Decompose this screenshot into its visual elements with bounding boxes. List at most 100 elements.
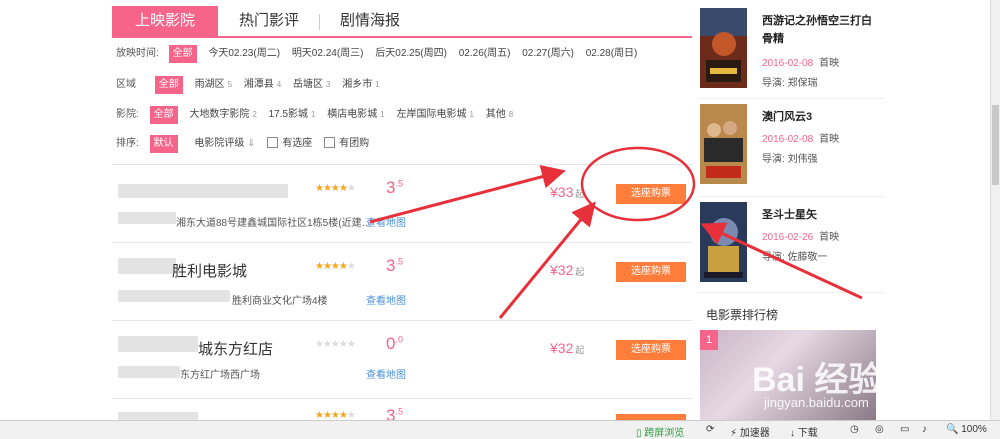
has-seat-filter[interactable]: 有选座 <box>267 135 312 153</box>
tab-separator <box>319 14 320 30</box>
time-filter-label: 放映时间: <box>116 48 159 59</box>
rating-score: 3.5 <box>386 178 403 197</box>
rating-score: 3.5 <box>386 256 403 275</box>
movie-card[interactable]: 西游记之孙悟空三打白骨精 2016-02-08 首映 导演: 郑保瑞 <box>700 8 880 100</box>
rating-stars: ★★★★★ <box>315 339 356 350</box>
area-option-all[interactable]: 全部 <box>154 76 183 94</box>
has-seat-checkbox[interactable] <box>267 137 279 148</box>
cinema-option-all[interactable]: 全部 <box>149 106 178 124</box>
window-icon[interactable]: ▭ <box>900 424 909 435</box>
list-divider <box>112 164 692 165</box>
sidebar-divider <box>698 98 884 99</box>
row-divider <box>112 320 692 321</box>
movie-director: 导演: 郑保瑞 <box>762 78 818 89</box>
sort-label: 排序: <box>116 138 139 149</box>
view-map-link[interactable]: 查看地图 <box>366 366 406 381</box>
movie-title[interactable]: 澳门风云3 <box>762 108 880 126</box>
cinema-name[interactable]: 胜利电影城 <box>172 260 247 281</box>
has-group-filter[interactable]: 有团购 <box>324 135 369 153</box>
page-scrollbar[interactable] <box>990 0 1000 420</box>
movie-card[interactable]: 圣斗士星矢 2016-02-26 首映 导演: 佐藤敬一 <box>700 202 880 294</box>
ranking-title: 电影票排行榜 <box>706 308 779 322</box>
area-filter: 区域 全部 雨湖区 5 湘潭县 4 岳塘区 3 湘乡市 1 <box>116 76 389 94</box>
movie-title[interactable]: 西游记之孙悟空三打白骨精 <box>762 12 880 48</box>
blurred-cinema-name <box>118 184 288 198</box>
sidebar-divider <box>698 292 884 293</box>
has-group-checkbox[interactable] <box>324 137 336 148</box>
movie-poster[interactable] <box>700 104 747 184</box>
area-option[interactable]: 湘潭县 4 <box>244 76 281 94</box>
tab-hot-reviews[interactable]: 热门影评 <box>224 6 314 36</box>
cinema-address: 胜利商业文化广场4楼 <box>232 296 328 307</box>
cinema-option[interactable]: 17.5影城 1 <box>269 106 316 124</box>
buy-ticket-button[interactable]: 选座购票 <box>616 184 686 204</box>
cinema-row: 胜利电影城 ★★★★★ 3.5 胜利商业文化广场4楼 查看地图 ¥32 起 选座购… <box>110 244 692 322</box>
cinema-name[interactable]: 城东方红店 <box>198 338 273 359</box>
history-icon[interactable]: ◷ <box>850 424 859 435</box>
scrollbar-thumb[interactable] <box>992 105 999 185</box>
blurred-address <box>118 290 230 302</box>
download-button[interactable]: ↓ 下载 <box>790 424 818 439</box>
rank-badge: 1 <box>700 330 718 350</box>
cross-screen-button[interactable]: ▯ 跨屏浏览 <box>636 424 684 439</box>
row-divider <box>112 398 692 399</box>
movie-card[interactable]: 澳门风云3 2016-02-08 首映 导演: 刘伟强 <box>700 104 880 196</box>
time-option[interactable]: 02.27(周六) <box>522 45 574 63</box>
movie-release: 2016-02-08 首映 <box>762 134 840 145</box>
baidu-watermark-url: jingyan.baidu.com <box>764 395 869 410</box>
cinema-row: ★★★★★ 3.5 <box>110 400 692 420</box>
time-option[interactable]: 后天02.25(周四) <box>375 45 447 63</box>
globe-icon[interactable]: ◎ <box>875 424 884 435</box>
movie-release: 2016-02-08 首映 <box>762 58 840 69</box>
sort-bar: 排序: 默认 电影院评级 ⇓ 有选座 有团购 <box>116 135 378 153</box>
tab-showing-cinemas[interactable]: 上映影院 <box>112 6 218 36</box>
blurred-address <box>118 212 176 224</box>
sort-down-icon: ⇓ <box>247 138 256 149</box>
rating-score: 0.0 <box>386 334 403 353</box>
movie-director: 导演: 佐藤敬一 <box>762 252 828 263</box>
movie-title[interactable]: 圣斗士星矢 <box>762 206 880 224</box>
cinema-address: 东方红广场西广场 <box>180 370 260 381</box>
sound-icon[interactable]: ♪ <box>922 424 927 435</box>
time-option[interactable]: 02.28(周日) <box>586 45 638 63</box>
rating-stars: ★★★★★ <box>315 410 356 420</box>
movie-poster[interactable] <box>700 202 747 282</box>
area-option[interactable]: 岳塘区 3 <box>293 76 330 94</box>
movie-poster[interactable] <box>700 8 747 88</box>
sort-rating[interactable]: 电影院评级 ⇓ <box>194 135 255 153</box>
area-option[interactable]: 雨湖区 5 <box>195 76 232 94</box>
buy-ticket-button[interactable]: 选座购票 <box>616 262 686 282</box>
cinema-filter: 影院: 全部 大地数字影院 2 17.5影城 1 横店电影城 1 左岸国际电影城 1 其… <box>116 106 522 124</box>
time-option[interactable]: 02.26(周五) <box>459 45 511 63</box>
area-option[interactable]: 湘乡市 1 <box>342 76 379 94</box>
cinema-price: ¥32 起 <box>550 340 585 356</box>
cinema-option[interactable]: 其他 8 <box>486 106 513 124</box>
cinema-price: ¥33 起 <box>550 184 585 200</box>
zoom-level[interactable]: 🔍 100% <box>946 424 987 435</box>
buy-ticket-button[interactable]: 选座购票 <box>616 340 686 360</box>
cinema-address: 湘东大道88号建鑫城国际社区1栋5楼(近建… <box>176 218 372 229</box>
blurred-cinema-name <box>118 258 176 274</box>
view-map-link[interactable]: 查看地图 <box>366 214 406 229</box>
blurred-cinema-name <box>118 412 198 420</box>
cinema-option[interactable]: 横店电影城 1 <box>327 106 384 124</box>
time-option-all[interactable]: 全部 <box>168 45 197 63</box>
time-option[interactable]: 明天02.24(周三) <box>292 45 364 63</box>
time-filter: 放映时间: 全部 今天02.23(周二) 明天02.24(周三) 后天02.25… <box>116 45 646 63</box>
cinema-row: 城东方红店 ★★★★★ 0.0 东方红广场西广场 查看地图 ¥32 起 选座购票 <box>110 322 692 400</box>
baidu-watermark-logo: Bai 经验 <box>752 361 883 399</box>
view-map-link[interactable]: 查看地图 <box>366 292 406 307</box>
cinema-option[interactable]: 左岸国际电影城 1 <box>397 106 474 124</box>
time-option[interactable]: 今天02.23(周二) <box>208 45 280 63</box>
accelerator-button[interactable]: ⚡ 加速器 <box>730 424 770 439</box>
main-content: 上映影院 热门影评 剧情海报 放映时间: 全部 今天02.23(周二) 明天02… <box>110 0 692 420</box>
sort-default[interactable]: 默认 <box>149 135 178 153</box>
rating-stars: ★★★★★ <box>315 183 356 194</box>
cinema-price: ¥32 起 <box>550 262 585 278</box>
refresh-icon[interactable]: ⟳ <box>706 424 714 435</box>
rating-stars: ★★★★★ <box>315 261 356 272</box>
area-filter-label: 区域 <box>116 79 136 90</box>
blurred-cinema-name <box>118 336 198 352</box>
cinema-option[interactable]: 大地数字影院 2 <box>189 106 256 124</box>
tab-posters[interactable]: 剧情海报 <box>324 6 416 36</box>
